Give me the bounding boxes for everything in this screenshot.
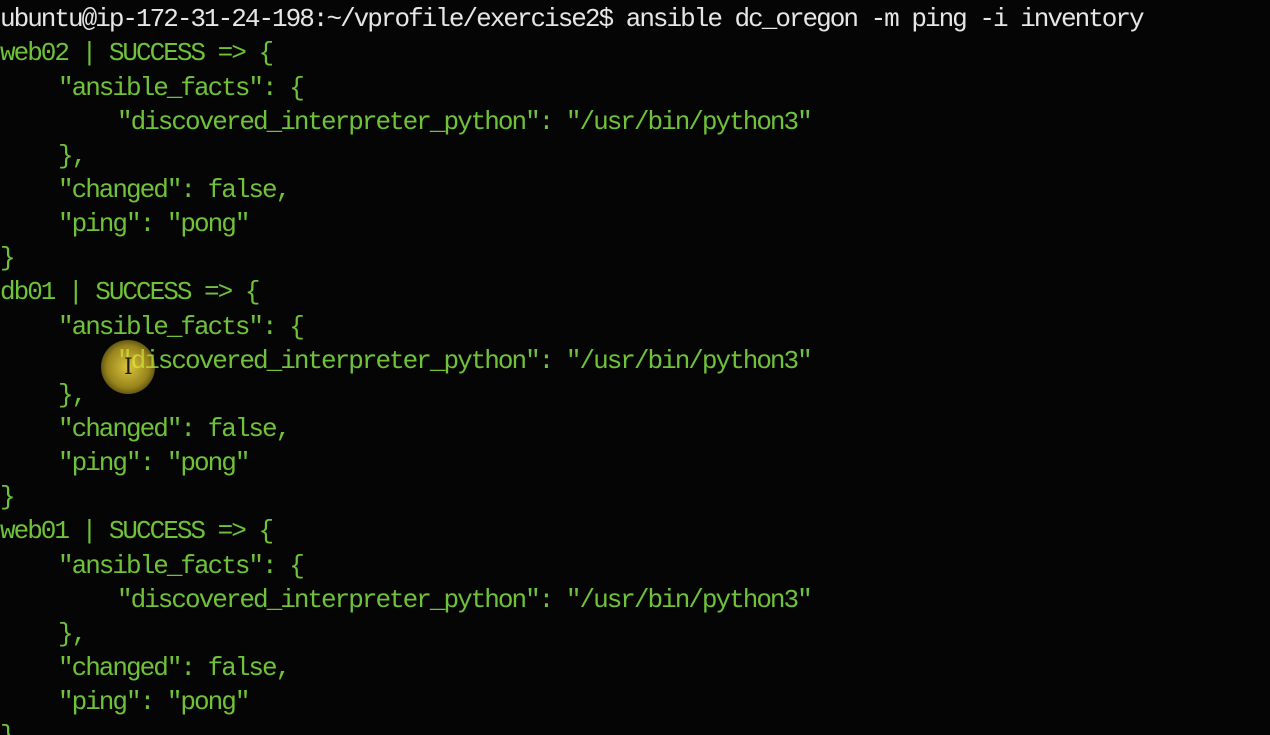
ping-line: "ping": "pong" <box>58 448 250 478</box>
ansible-facts-close: }, <box>58 619 87 649</box>
ansible-facts-close: }, <box>58 141 87 171</box>
changed-line: "changed": false, <box>58 414 291 444</box>
result-close-brace: } <box>0 482 16 512</box>
ping-line: "ping": "pong" <box>58 687 250 717</box>
interpreter-line: "discovered_interpreter_python": "/usr/b… <box>117 585 813 615</box>
result-close-brace: } <box>0 719 16 735</box>
changed-line: "changed": false, <box>58 653 291 683</box>
command-prompt-line: ubuntu@ip-172-31-24-198:~/vprofile/exerc… <box>0 4 1145 34</box>
result-header-db01: db01 | SUCCESS => { <box>0 277 260 307</box>
ansible-facts-open: "ansible_facts": { <box>58 73 305 103</box>
result-close-brace: } <box>0 243 16 273</box>
interpreter-line: "discovered_interpreter_python": "/usr/b… <box>117 107 813 137</box>
result-header-web01: web01 | SUCCESS => { <box>0 516 274 546</box>
ansible-facts-open: "ansible_facts": { <box>58 312 305 342</box>
ansible-facts-open: "ansible_facts": { <box>58 551 305 581</box>
interpreter-line: "discovered_interpreter_python": "/usr/b… <box>117 346 813 376</box>
ansible-facts-close: }, <box>58 380 87 410</box>
text-cursor-icon: I <box>124 355 133 380</box>
result-header-web02: web02 | SUCCESS => { <box>0 38 274 68</box>
changed-line: "changed": false, <box>58 175 291 205</box>
terminal-window[interactable]: ubuntu@ip-172-31-24-198:~/vprofile/exerc… <box>0 0 1270 735</box>
ping-line: "ping": "pong" <box>58 209 250 239</box>
